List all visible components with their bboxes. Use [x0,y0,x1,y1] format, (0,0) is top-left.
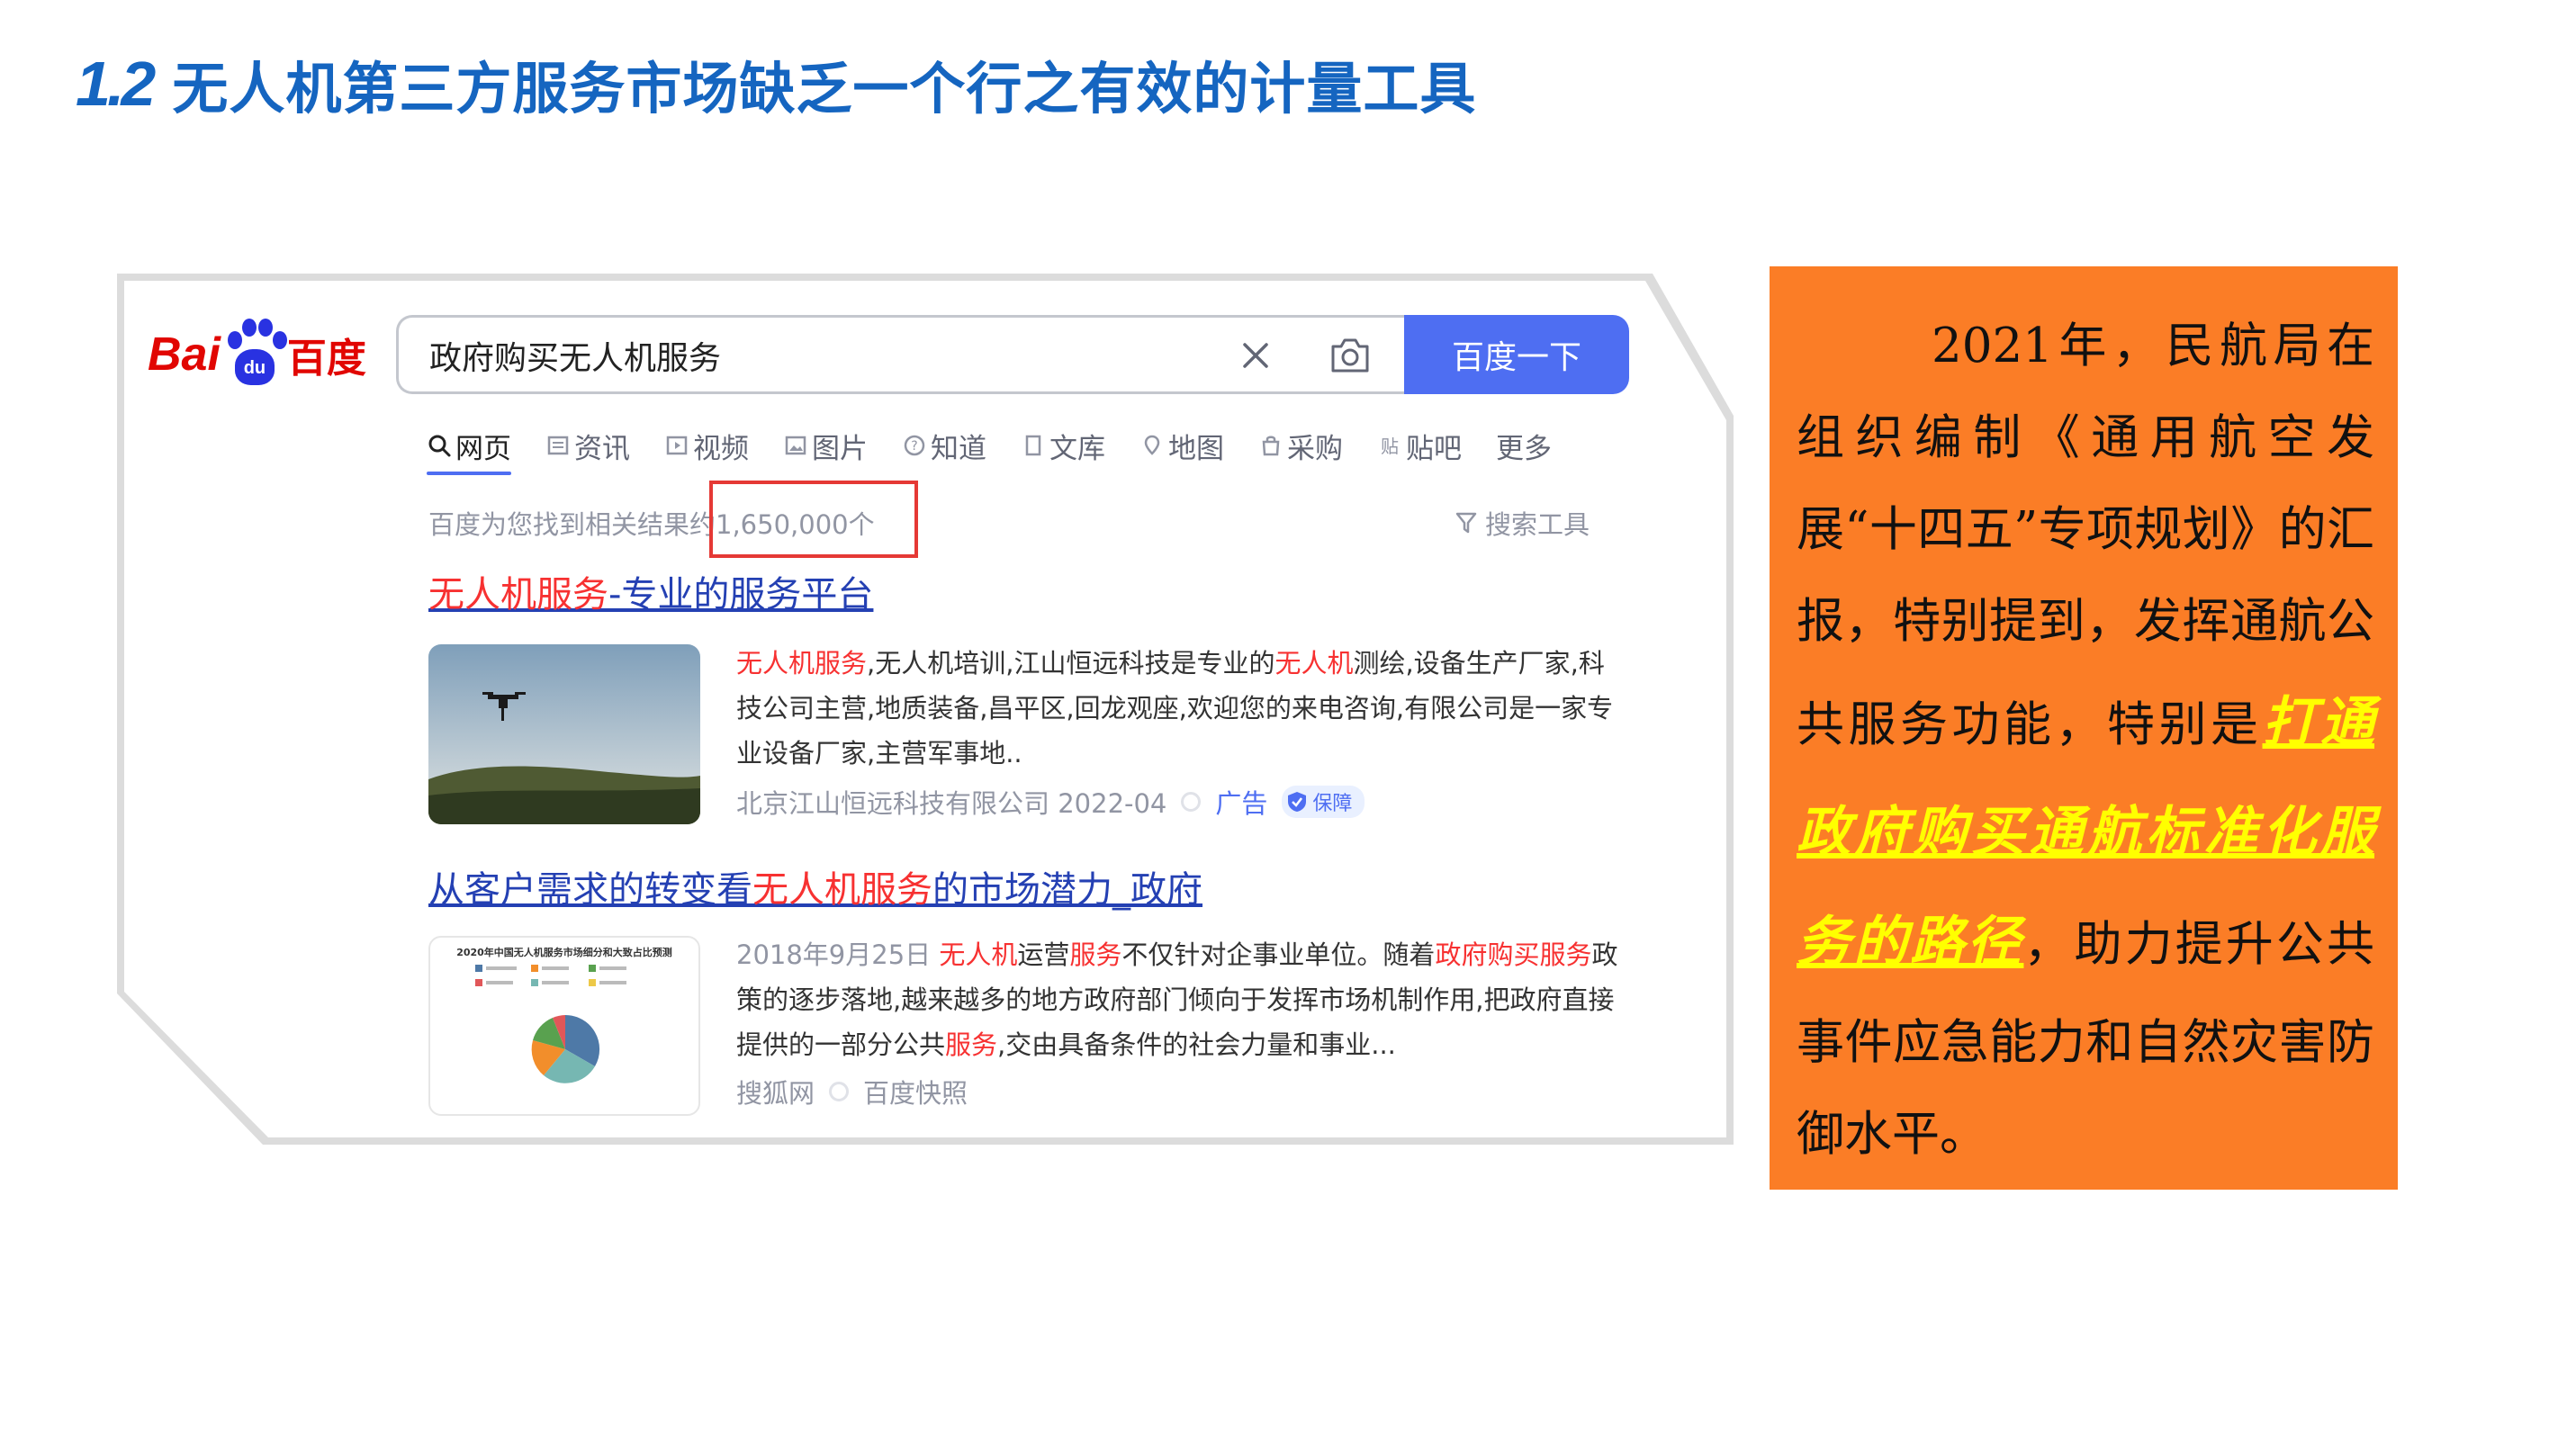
tab-label: 地图 [1168,432,1224,465]
snippet-segment: 无人机服务 [736,648,868,679]
tab-label: 文库 [1049,432,1105,465]
tab-label: 视频 [693,432,749,465]
svg-text:贴: 贴 [1381,436,1399,457]
result-2-thumbnail[interactable]: 2020年中国无人机服务市场细分和大致占比预测 [428,936,700,1116]
tab-wenku[interactable]: 文库 [1021,421,1105,470]
search-tools-label: 搜索工具 [1485,509,1590,540]
filter-icon [1455,512,1477,534]
search-box [396,315,1404,394]
baidu-logo[interactable]: Bai du 百度 [148,319,366,391]
tab-news[interactable]: 资讯 [545,421,630,470]
tab-purchase[interactable]: 采购 [1258,421,1343,470]
search-tools[interactable]: 搜索工具 [1455,504,1590,542]
orange-text-panel: 2021年，民航局在组织编制《通用航空发展“十四五”专项规划》的汇报，特别提到，… [1770,266,2398,1190]
result-title-pre: 从客户需求的转变看 [428,869,752,911]
map-icon [1144,435,1160,455]
baidu-logo-zh: 百度 [286,336,366,382]
tab-video[interactable]: 视频 [664,421,749,470]
highlight-box [709,481,918,558]
tab-image[interactable]: 图片 [783,421,868,470]
result-title-highlight: 无人机服务 [752,869,932,911]
tab-label: 图片 [812,432,868,465]
result-1-meta: 北京江山恒远科技有限公司 2022-04 广告 保障 [736,783,1365,821]
drone-photo [428,644,700,824]
info-dot-icon[interactable] [829,1082,850,1101]
result-2-snippet: 2018年9月25日 无人机运营服务不仅针对企事业单位。随着政府购买服务政策的逐… [736,932,1627,1067]
baidu-screenshot: Bai du 百度 百度一下 网页 资讯 视频 [124,281,1726,1137]
tab-label: 资讯 [574,432,630,465]
result-source[interactable]: 北京江山恒远科技有限公司 2022-04 [736,783,1166,821]
snippet-segment: 不仅针对企事业单位。随着 [1121,939,1436,970]
svg-text:?: ? [911,439,917,454]
snippet-segment: 服务 [1069,939,1122,970]
panel-intro: 2021年，民航局在组织编制《通用航空发展“十四五”专项规划》的汇报，特别提到，… [1797,319,2374,752]
info-dot-icon[interactable] [1181,792,1202,812]
snippet-segment: 无人机 [1274,648,1354,679]
tab-web[interactable]: 网页 [427,421,511,475]
tab-label: 网页 [455,432,511,465]
tieba-icon: 贴 [1381,436,1399,457]
tab-tieba[interactable]: 贴 贴吧 [1377,421,1462,470]
snippet-segment: 服务 [945,1029,998,1060]
guarantee-badge[interactable]: 保障 [1282,786,1365,818]
baidu-logo-text: Bai [148,328,221,381]
tab-label: 贴吧 [1406,432,1462,465]
news-icon [547,436,569,455]
snippet-date: 2018年9月25日 [736,939,940,970]
result-title-highlight: 无人机服务 [428,574,608,616]
video-icon [666,436,688,455]
thumb-chart-title: 2020年中国无人机服务市场细分和大致占比预测 [456,947,672,958]
ad-tag[interactable]: 广告 [1215,783,1267,821]
slide-number: 1.2 [76,49,156,119]
result-2-title[interactable]: 从客户需求的转变看无人机服务的市场潜力_政府 [428,860,1202,912]
slide-title: 1.2 无人机第三方服务市场缺乏一个行之有效的计量工具 [76,43,1476,124]
question-icon: ? [904,435,925,456]
snippet-segment: 政府购买服务 [1435,939,1592,970]
snippet-segment: ,交由具备条件的社会力量和事业... [997,1029,1396,1060]
pie-chart-thumbnail [475,965,626,1083]
result-count-prefix: 百度为您找到相关结果约 [428,509,716,540]
image-icon [785,436,806,455]
search-button[interactable]: 百度一下 [1404,315,1629,394]
shield-icon [1288,792,1307,812]
paw-icon: du [222,319,287,391]
guarantee-label: 保障 [1312,793,1353,815]
snippet-segment: 无人机 [939,939,1018,970]
tab-more[interactable]: 更多 [1496,421,1552,470]
tab-label: 采购 [1287,432,1343,465]
bag-icon [1262,436,1280,456]
tab-label: 知道 [931,432,986,465]
result-title-rest: -专业的服务平台 [608,574,874,616]
document-icon [1025,435,1041,456]
result-source[interactable]: 搜狐网 [736,1073,815,1110]
search-tabs: 网页 资讯 视频 图片 ? 知道 文库 地图 采购 贴 贴吧 更多 [427,421,1552,475]
search-icon [428,435,451,457]
tab-map[interactable]: 地图 [1139,421,1224,470]
slide-heading: 无人机第三方服务市场缺乏一个行之有效的计量工具 [172,56,1477,121]
result-1-snippet: 无人机服务,无人机培训,江山恒远科技是专业的无人机测绘,设备生产厂家,科技公司主… [736,641,1627,776]
result-title-rest: 的市场潜力_政府 [932,869,1202,911]
tab-label: 更多 [1496,432,1552,465]
tab-zhidao[interactable]: ? 知道 [902,421,986,470]
snippet-segment: 运营 [1017,939,1070,970]
search-input[interactable] [428,318,1205,393]
result-1-title[interactable]: 无人机服务-专业的服务平台 [428,565,873,617]
clear-icon[interactable] [1238,337,1274,373]
result-2-meta: 搜狐网 百度快照 [736,1073,968,1110]
paw-du-text: du [234,349,275,385]
camera-icon[interactable] [1328,336,1373,375]
snippet-segment: ,无人机培训,江山恒远科技是专业的 [867,648,1275,679]
result-1-thumbnail[interactable] [428,644,700,824]
snapshot-link[interactable]: 百度快照 [863,1073,968,1110]
